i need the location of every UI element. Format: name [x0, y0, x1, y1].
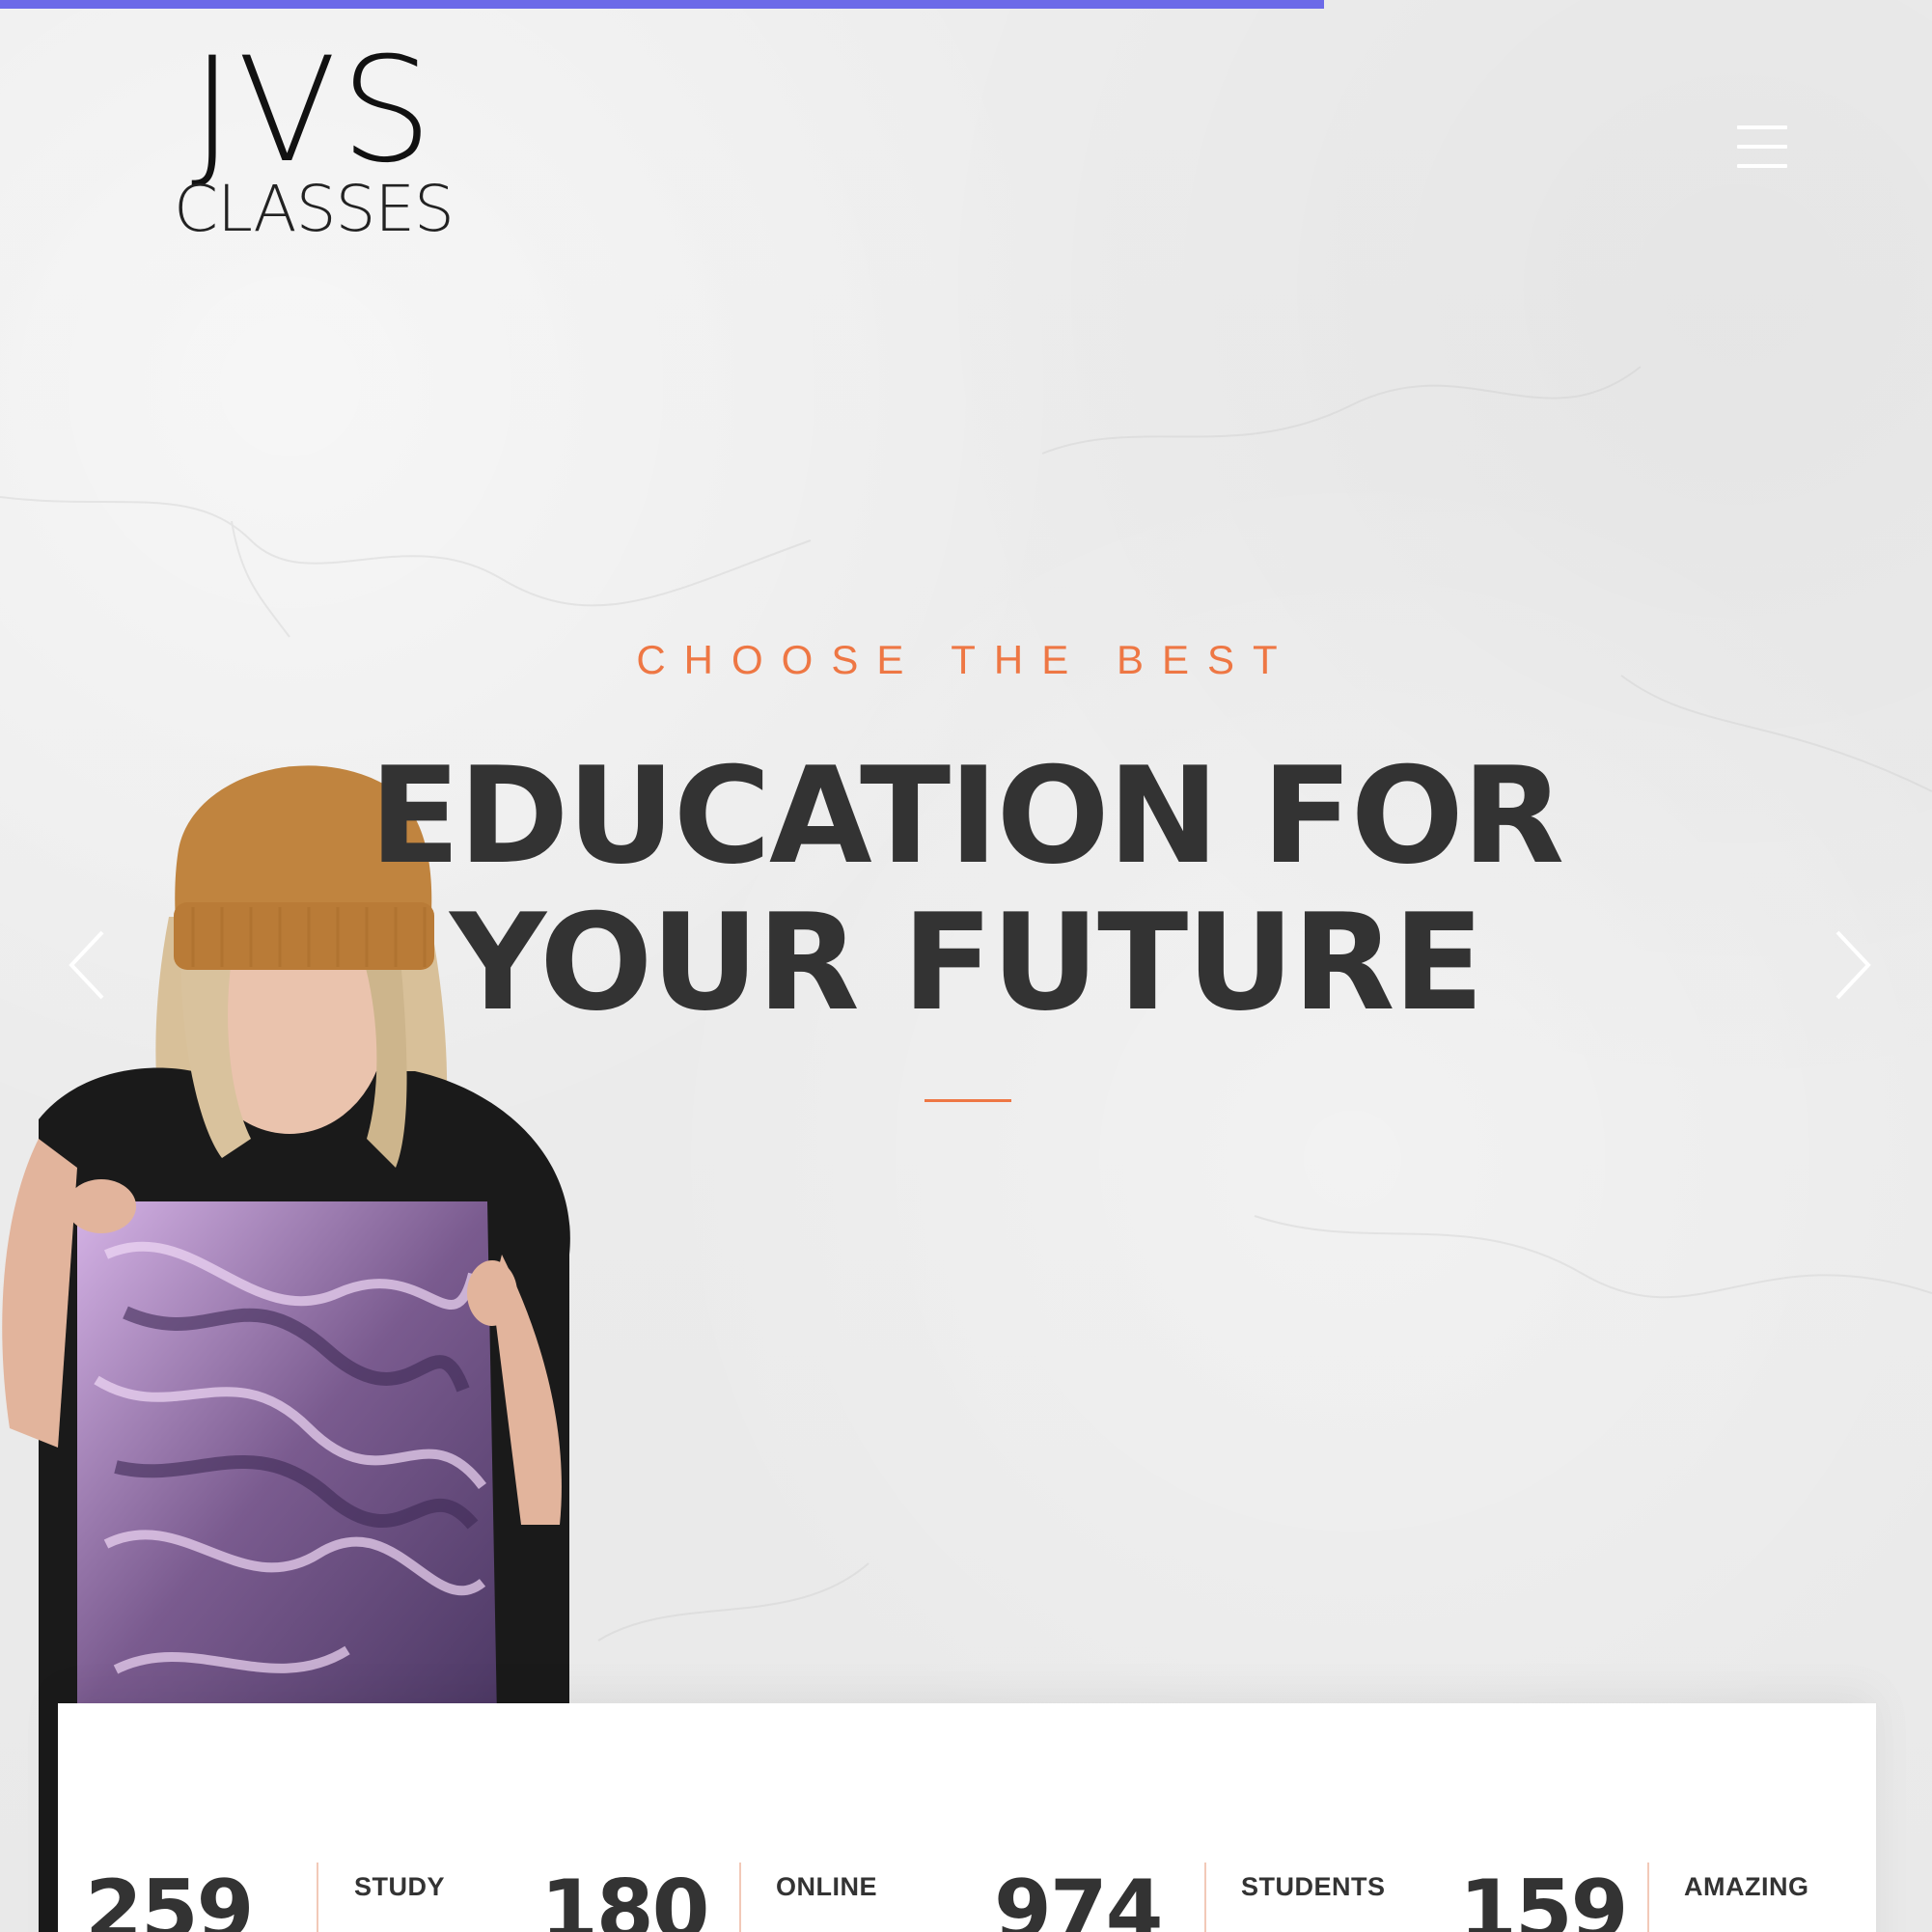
site-logo[interactable]: JVS CLASSES	[154, 27, 473, 246]
stat-label: ONLINE	[776, 1872, 878, 1901]
hero-eyebrow: CHOOSE THE BEST	[636, 637, 1296, 682]
stat-separator	[1204, 1863, 1206, 1932]
hero-headline-line2: YOUR FUTURE	[450, 885, 1484, 1040]
stat-number: 180	[540, 1863, 710, 1932]
stat-number: 259	[85, 1863, 255, 1932]
chevron-right-icon[interactable]	[1820, 928, 1878, 1002]
stat-number: 974	[994, 1863, 1164, 1932]
hamburger-menu-icon[interactable]	[1737, 125, 1787, 168]
stat-number: 159	[1459, 1863, 1629, 1932]
stat-separator	[739, 1863, 741, 1932]
logo-main-text: JVS	[190, 27, 437, 195]
stat-label: STUDY	[354, 1872, 446, 1901]
logo-sub-text: CLASSES	[174, 172, 455, 246]
stat-label: STUDENTS	[1241, 1872, 1386, 1901]
stat-separator	[1647, 1863, 1649, 1932]
stat-label: AMAZING	[1684, 1872, 1809, 1901]
chevron-left-icon[interactable]	[62, 928, 120, 1002]
stats-card: 259 STUDY 180 ONLINE 974 STUDENTS 159 AM…	[58, 1703, 1876, 1932]
stat-separator	[317, 1863, 318, 1932]
hero-headline: EDUCATION FOR YOUR FUTURE	[0, 743, 1932, 1036]
hero-headline-line1: EDUCATION FOR	[369, 738, 1564, 894]
hero-divider	[925, 1099, 1011, 1102]
page-progress-bar	[0, 0, 1324, 9]
